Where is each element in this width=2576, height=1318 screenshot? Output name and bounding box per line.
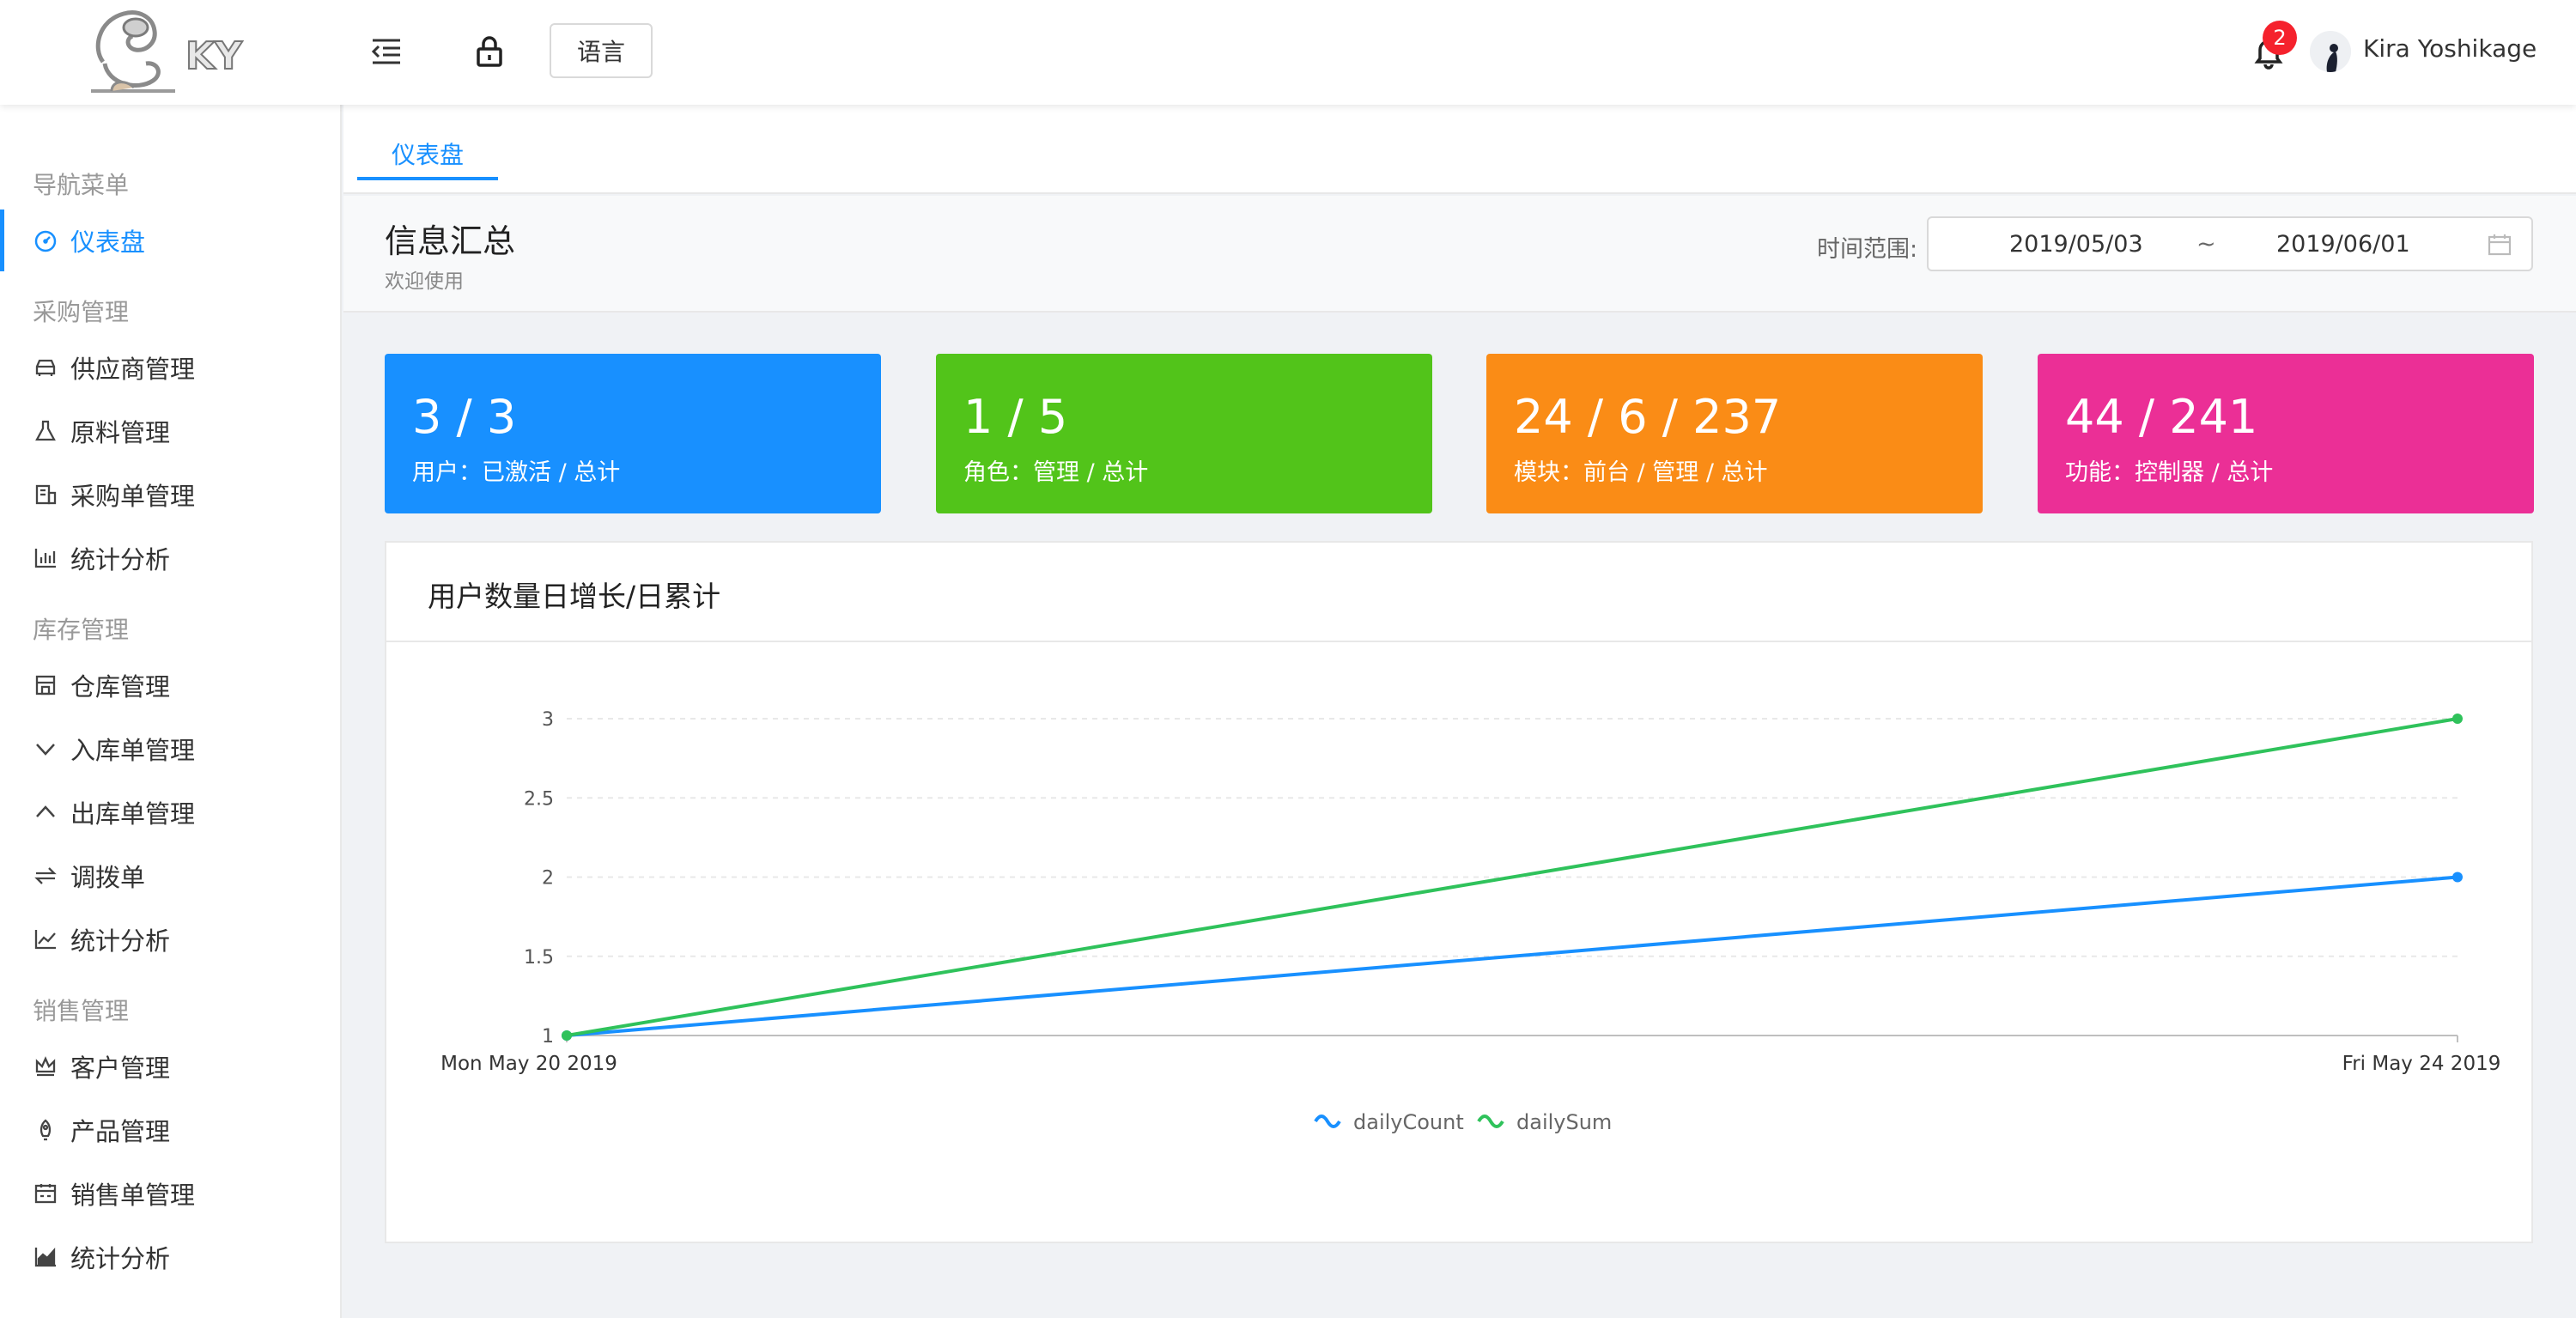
sidebar-item-label: 调拨单 bbox=[70, 863, 146, 892]
data-point-dailySum bbox=[2452, 714, 2463, 724]
stat-label: 角色：管理 / 总计 bbox=[963, 459, 1149, 486]
area-chart-icon bbox=[33, 1244, 58, 1270]
stat-label: 用户：已激活 / 总计 bbox=[412, 459, 621, 486]
sidebar-item-inventory-stats[interactable]: 统计分析 bbox=[0, 908, 342, 970]
sidebar-item-warehouse[interactable]: 仓库管理 bbox=[0, 654, 342, 716]
date-range-picker[interactable]: 2019/05/03 ~ 2019/06/01 bbox=[1927, 216, 2533, 271]
sidebar: 导航菜单 仪表盘 采购管理 供应商管理 原料管理 采购单管理 统计分析 库存管理… bbox=[0, 105, 342, 1318]
experiment-icon bbox=[33, 418, 58, 444]
rocket-icon bbox=[33, 1117, 58, 1143]
stat-value: 24 / 6 / 237 bbox=[1514, 390, 1782, 444]
y-tick-label: 2 bbox=[542, 868, 554, 890]
sidebar-item-label: 仪表盘 bbox=[70, 228, 146, 257]
stat-label: 功能：控制器 / 总计 bbox=[2065, 459, 2274, 486]
user-growth-chart: 1 1.5 2 2.5 3 Mon May 20 2019 Fri May 24 2019 d… bbox=[440, 709, 2501, 1134]
app-logo[interactable]: KY bbox=[86, 2, 266, 98]
stat-value: 3 / 3 bbox=[412, 390, 517, 444]
x-tick-label: Mon May 20 2019 bbox=[440, 1053, 617, 1075]
series-line-dailyCount bbox=[566, 875, 2458, 1037]
sidebar-item-label: 采购单管理 bbox=[70, 482, 196, 511]
y-tick-label: 2.5 bbox=[524, 788, 554, 810]
page-subtitle: 欢迎使用 bbox=[385, 270, 464, 293]
car-icon bbox=[33, 355, 58, 380]
range-end-input[interactable]: 2019/06/01 bbox=[2276, 231, 2410, 258]
y-tick-label: 1.5 bbox=[524, 947, 554, 969]
legend-label-dailySum: dailySum bbox=[1516, 1110, 1612, 1134]
swap-icon bbox=[33, 863, 58, 889]
y-tick-label: 1 bbox=[542, 1026, 554, 1048]
sidebar-item-label: 产品管理 bbox=[70, 1117, 171, 1146]
sidebar-item-supplier[interactable]: 供应商管理 bbox=[0, 337, 342, 398]
sidebar-item-label: 统计分析 bbox=[70, 926, 171, 956]
line-chart-icon bbox=[33, 926, 58, 952]
sidebar-item-material[interactable]: 原料管理 bbox=[0, 400, 342, 462]
x-tick-label: Fri May 24 2019 bbox=[2342, 1053, 2501, 1075]
sidebar-item-outbound[interactable]: 出库单管理 bbox=[0, 781, 342, 843]
series-line-dailySum bbox=[566, 717, 2458, 1037]
shop-icon bbox=[33, 672, 58, 698]
sidebar-item-purchase-stats[interactable]: 统计分析 bbox=[0, 527, 342, 589]
sidebar-item-label: 销售单管理 bbox=[70, 1181, 196, 1210]
sidebar-item-label: 统计分析 bbox=[70, 545, 171, 574]
range-start-input[interactable]: 2019/05/03 bbox=[2009, 231, 2143, 258]
sidebar-item-purchase-order[interactable]: 采购单管理 bbox=[0, 464, 342, 525]
stat-card-roles: 1 / 5 角色：管理 / 总计 bbox=[936, 354, 1432, 513]
sidebar-item-label: 统计分析 bbox=[70, 1244, 171, 1273]
date-range-label: 时间范围: bbox=[1817, 236, 1918, 263]
chart-panel: 用户数量日增长/日累计 1 1.5 2 2.5 3 Mon May 20 2019 Fri … bbox=[385, 541, 2533, 1243]
stat-card-functions: 44 / 241 功能：控制器 / 总计 bbox=[2038, 354, 2534, 513]
sidebar-item-label: 出库单管理 bbox=[70, 799, 196, 829]
sidebar-item-label: 入库单管理 bbox=[70, 736, 196, 765]
lock-icon[interactable] bbox=[471, 33, 508, 70]
tab-dashboard[interactable]: 仪表盘 bbox=[357, 131, 498, 180]
top-header: KY 语言 2 Kira Yoshikage bbox=[0, 0, 2576, 105]
menu-group-sales: 销售管理 bbox=[33, 997, 130, 1025]
stat-value: 44 / 241 bbox=[2065, 390, 2258, 444]
page-title: 信息汇总 bbox=[385, 222, 516, 260]
logo-text: KY bbox=[185, 34, 243, 78]
legend-marker-dailyCount bbox=[1314, 1115, 1341, 1128]
calendar-icon[interactable] bbox=[2487, 232, 2512, 258]
range-separator: ~ bbox=[2196, 231, 2216, 258]
stat-value: 1 / 5 bbox=[963, 390, 1068, 444]
menu-fold-icon[interactable] bbox=[368, 33, 405, 70]
sidebar-item-label: 供应商管理 bbox=[70, 355, 196, 384]
username[interactable]: Kira Yoshikage bbox=[2363, 34, 2537, 63]
bar-chart-icon bbox=[33, 545, 58, 571]
sidebar-item-product[interactable]: 产品管理 bbox=[0, 1099, 342, 1161]
crown-icon bbox=[33, 1054, 58, 1079]
y-tick-label: 3 bbox=[542, 709, 554, 731]
bank-icon bbox=[33, 482, 58, 507]
sidebar-item-sales-order[interactable]: 销售单管理 bbox=[0, 1163, 342, 1224]
up-icon bbox=[33, 799, 58, 825]
data-point-dailyCount bbox=[2452, 872, 2463, 883]
menu-group-purchase: 采购管理 bbox=[33, 298, 130, 326]
tab-bar: 仪表盘 bbox=[343, 105, 2576, 194]
dashboard-icon bbox=[33, 228, 58, 253]
sidebar-item-label: 客户管理 bbox=[70, 1054, 171, 1083]
sidebar-item-customer[interactable]: 客户管理 bbox=[0, 1036, 342, 1097]
stat-label: 模块：前台 / 管理 / 总计 bbox=[1514, 459, 1768, 486]
sidebar-item-label: 原料管理 bbox=[70, 418, 171, 447]
notification-badge: 2 bbox=[2263, 21, 2297, 55]
avatar[interactable] bbox=[2310, 31, 2351, 72]
legend-marker-dailySum bbox=[1477, 1115, 1504, 1128]
data-point-dailySum bbox=[562, 1030, 572, 1041]
sidebar-item-transfer[interactable]: 调拨单 bbox=[0, 845, 342, 907]
menu-group-inventory: 库存管理 bbox=[33, 616, 130, 644]
page-header: 信息汇总 欢迎使用 时间范围: 2019/05/03 ~ 2019/06/01 bbox=[343, 196, 2576, 313]
language-button[interactable]: 语言 bbox=[550, 23, 653, 78]
stat-card-modules: 24 / 6 / 237 模块：前台 / 管理 / 总计 bbox=[1486, 354, 1983, 513]
sidebar-item-sales-stats[interactable]: 统计分析 bbox=[0, 1226, 342, 1288]
calculator-icon bbox=[33, 1181, 58, 1206]
down-icon bbox=[33, 736, 58, 762]
sidebar-item-label: 仓库管理 bbox=[70, 672, 171, 702]
sidebar-item-inbound[interactable]: 入库单管理 bbox=[0, 718, 342, 780]
menu-group-nav: 导航菜单 bbox=[33, 171, 130, 199]
legend-label-dailyCount: dailyCount bbox=[1353, 1110, 1464, 1134]
stat-card-users: 3 / 3 用户：已激活 / 总计 bbox=[385, 354, 881, 513]
sidebar-item-dashboard[interactable]: 仪表盘 bbox=[0, 210, 342, 271]
